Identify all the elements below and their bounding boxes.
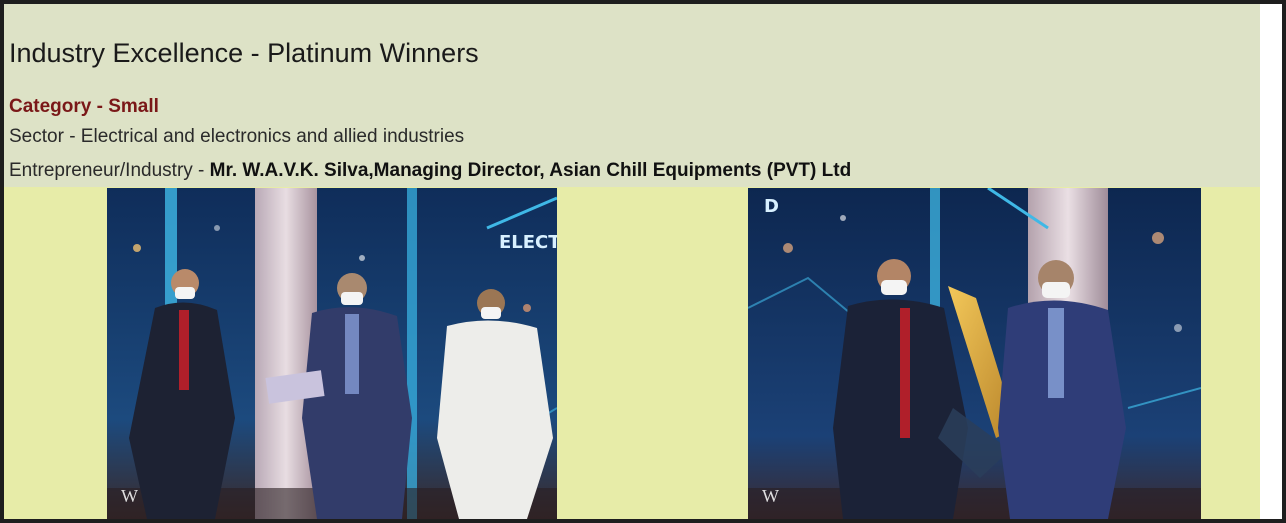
winners-panel: Industry Excellence - Platinum Winners C…: [4, 4, 1260, 519]
entrepreneur-line: Entrepreneur/Industry - Mr. W.A.V.K. Sil…: [9, 160, 851, 182]
award-photo-1: ELECT W: [107, 188, 557, 519]
category-label: Category - Small: [9, 96, 159, 117]
photo-2-backdrop-text: D: [764, 196, 779, 217]
section-header: Industry Excellence - Platinum Winners C…: [4, 4, 1260, 187]
entrepreneur-name: Mr. W.A.V.K. Silva,Managing Director, As…: [209, 160, 852, 181]
photo-1-backdrop-text: ELECT: [499, 232, 557, 253]
photo-2-watermark: W: [762, 486, 779, 506]
photo-1-watermark: W: [121, 486, 138, 506]
award-photo-2: D W: [748, 188, 1201, 519]
sector-label: Sector - Electrical and electronics and …: [9, 126, 465, 147]
right-margin: [1260, 4, 1282, 519]
section-title: Industry Excellence - Platinum Winners: [9, 38, 479, 68]
entrepreneur-prefix: Entrepreneur/Industry -: [9, 160, 210, 181]
